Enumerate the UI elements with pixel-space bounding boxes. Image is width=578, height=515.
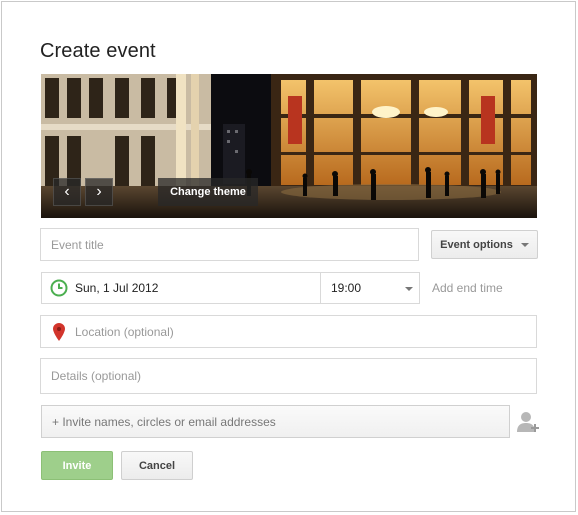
chevron-right-icon: › <box>96 183 102 200</box>
prev-theme-button[interactable]: ‹ <box>53 178 81 206</box>
time-select[interactable]: 19:00 <box>321 272 420 304</box>
dropdown-caret-icon <box>520 242 529 247</box>
cancel-button[interactable]: Cancel <box>121 451 193 480</box>
add-end-time-link[interactable]: Add end time <box>432 281 503 295</box>
theme-banner-image: ‹ › Change theme <box>41 74 537 218</box>
invite-button[interactable]: Invite <box>41 451 113 480</box>
banner-illustration <box>41 74 537 218</box>
event-options-label: Event options <box>440 238 513 251</box>
details-input[interactable]: Details (optional) <box>40 358 537 394</box>
location-input[interactable]: Location (optional) <box>40 315 537 348</box>
invite-input[interactable]: + Invite names, circles or email address… <box>41 405 510 438</box>
dialog-title: Create event <box>40 40 156 62</box>
date-picker[interactable]: Sun, 1 Jul 2012 <box>41 272 321 304</box>
clock-icon <box>50 279 68 297</box>
map-pin-icon <box>53 322 65 341</box>
date-value: Sun, 1 Jul 2012 <box>75 281 159 295</box>
location-placeholder: Location (optional) <box>75 324 174 339</box>
event-options-button[interactable]: Event options <box>431 230 538 259</box>
add-person-icon[interactable] <box>516 410 540 434</box>
dropdown-caret-icon <box>405 287 413 291</box>
create-event-dialog: Create event ‹ › Change theme Event titl… <box>1 1 576 512</box>
time-value: 19:00 <box>331 281 362 295</box>
chevron-left-icon: ‹ <box>64 183 70 200</box>
change-theme-button[interactable]: Change theme <box>158 178 258 206</box>
event-title-input[interactable]: Event title <box>40 228 419 261</box>
next-theme-button[interactable]: › <box>85 178 113 206</box>
